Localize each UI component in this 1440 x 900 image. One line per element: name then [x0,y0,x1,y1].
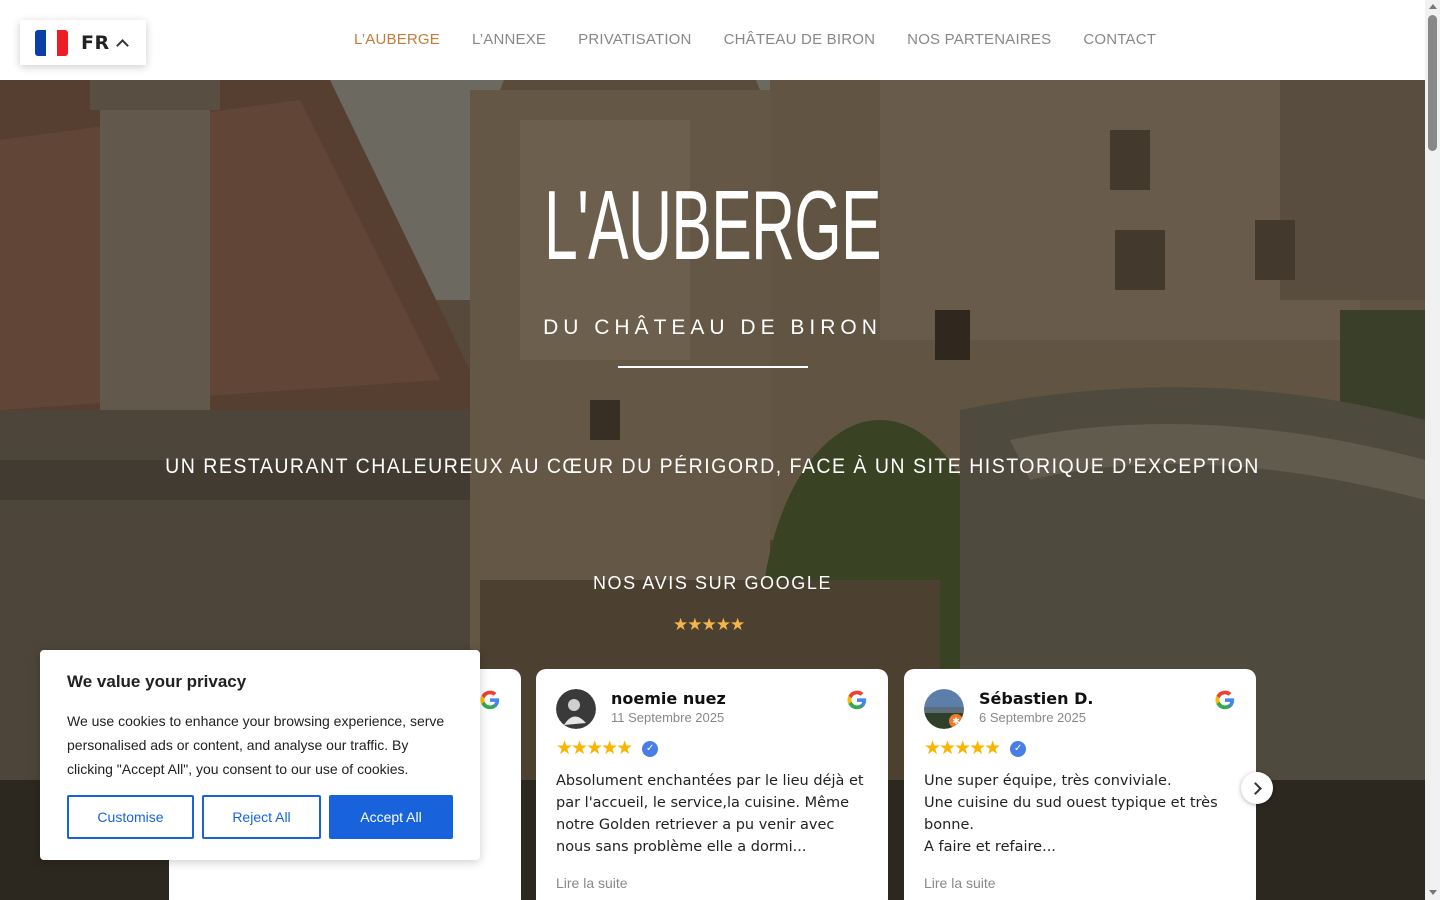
scroll-down-arrow-icon[interactable] [1429,890,1437,895]
google-logo-icon [1215,690,1235,710]
hero-divider [618,366,808,368]
verified-badge-icon: ✓ [642,740,659,757]
language-code: FR [81,31,110,54]
accept-all-button[interactable]: Accept All [329,795,453,839]
nav-item-chateau-de-biron[interactable]: CHÂTEAU DE BIRON [724,31,876,48]
cookie-text: We use cookies to enhance your browsing … [67,713,445,777]
nav-item-auberge[interactable]: L’AUBERGE [354,31,440,48]
scrollbar-thumb[interactable] [1428,15,1437,151]
review-stars: ★★★★★ [556,738,633,759]
language-switcher[interactable]: FR [20,20,146,65]
nav-item-partenaires[interactable]: NOS PARTENAIRES [907,31,1051,48]
nav-item-annexe[interactable]: L’ANNEXE [472,31,546,48]
reviewer-avatar: ✱ [924,689,964,729]
main-nav: L’AUBERGE L’ANNEXE PRIVATISATION CHÂTEAU… [354,31,1156,48]
page-scrollbar[interactable] [1425,0,1440,900]
hero-title: L'AUBERGE [544,170,882,280]
france-flag-icon [35,29,68,56]
review-card[interactable]: noemie nuez 11 Septembre 2025 ★★★★★ ✓ Ab… [536,669,888,900]
review-card[interactable]: ✱ Sébastien D. 6 Septembre 2025 ★★★★★ ✓ … [904,669,1256,900]
nav-item-privatisation[interactable]: PRIVATISATION [578,31,691,48]
google-logo-icon [847,690,867,710]
reviewer-name: noemie nuez [611,689,726,708]
read-more-link[interactable]: Lire la suite [924,875,996,891]
hero-subtitle: DU CHÂTEAU DE BIRON [543,316,882,339]
cookie-consent-banner: We value your privacy We use cookies to … [40,650,480,860]
review-text: Absolument enchantées par le lieu déjà e… [556,773,864,855]
chevron-up-icon [115,39,129,52]
google-logo-icon [480,690,500,710]
chevron-right-icon [1248,781,1262,795]
reviewer-avatar [556,689,596,729]
carousel-next-button[interactable] [1241,772,1273,804]
hero-tagline: UN RESTAURANT CHALEUREUX AU CŒUR DU PÉRI… [165,455,1260,478]
scroll-up-arrow-icon[interactable] [1429,4,1437,9]
nav-item-contact[interactable]: CONTACT [1083,31,1156,48]
reject-all-button[interactable]: Reject All [202,795,321,839]
cookie-title: We value your privacy [67,672,247,691]
site-header: FR L’AUBERGE L’ANNEXE PRIVATISATION CHÂT… [0,0,1425,80]
customise-button[interactable]: Customise [67,795,194,839]
review-stars: ★★★★★ [924,738,1001,759]
overall-rating-stars: ★★★★★ [673,615,745,634]
verified-badge-icon: ✓ [1010,740,1027,757]
svg-text:✱: ✱ [952,717,960,727]
review-date: 11 Septembre 2025 [611,710,725,725]
reviewer-name: Sébastien D. [979,689,1094,708]
read-more-link[interactable]: Lire la suite [556,875,628,891]
review-date: 6 Septembre 2025 [979,710,1086,725]
review-text: Une super équipe, très conviviale. Une c… [924,773,1218,855]
reviews-heading: NOS AVIS SUR GOOGLE [592,573,833,593]
